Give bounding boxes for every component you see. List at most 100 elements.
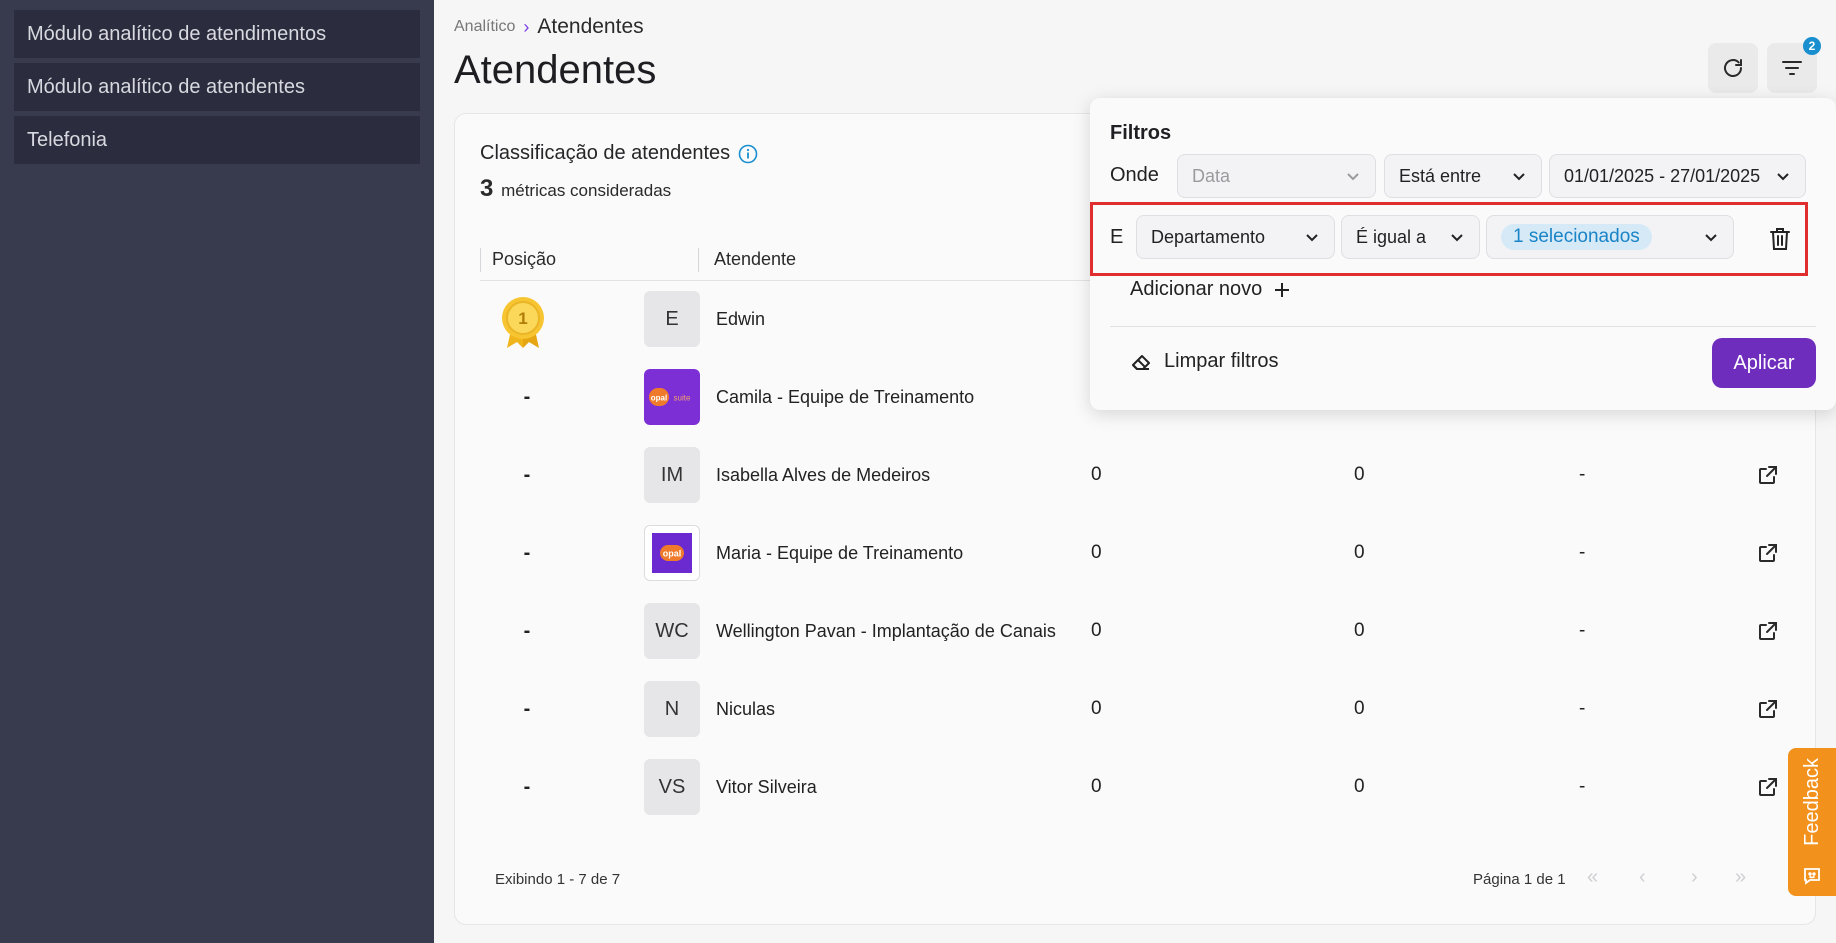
metrics-summary: 3 métricas consideradas [480, 175, 671, 203]
table-row: - WC Wellington Pavan - Implantação de C… [455, 592, 1817, 670]
metrics-count: 3 [480, 175, 494, 202]
breadcrumb-current: Atendentes [537, 15, 644, 38]
filter-field-select-1[interactable]: Data [1177, 154, 1376, 198]
feedback-label: Feedback [1800, 758, 1823, 846]
column-header-agent[interactable]: Atendente [714, 237, 796, 281]
feedback-icon [1804, 868, 1820, 885]
feedback-tab[interactable]: Feedback [1788, 748, 1836, 896]
svg-text:opal: opal [663, 549, 682, 559]
sidebar-item-atendentes[interactable]: Módulo analítico de atendentes [14, 63, 420, 111]
filter-field-select-2[interactable]: Departamento [1136, 215, 1335, 259]
metrics-label: métricas consideradas [501, 181, 672, 200]
add-filter-label: Adicionar novo [1130, 278, 1263, 300]
avatar: E [644, 291, 700, 347]
avatar: IM [644, 447, 700, 503]
add-filter-button[interactable]: Adicionar novo [1130, 278, 1292, 301]
external-link-icon[interactable] [1756, 541, 1780, 565]
opal-suite-logo: opal suite [649, 388, 691, 406]
table-row: - VS Vitor Silveira 0 0 - [455, 748, 1817, 826]
position-value: - [523, 386, 531, 408]
breadcrumb-root[interactable]: Analítico [454, 18, 515, 36]
sidebar-item-telefonia[interactable]: Telefonia [14, 116, 420, 164]
chevron-right-icon: › [523, 17, 530, 37]
filter-connector-where: Onde [1110, 164, 1159, 186]
column-separator [698, 248, 699, 272]
sidebar-item-atendimentos[interactable]: Módulo analítico de atendimentos [14, 10, 420, 58]
column-header-position[interactable]: Posição [492, 237, 556, 281]
metric-value-3: - [1579, 464, 1586, 485]
clear-filters-button[interactable]: Limpar filtros [1130, 350, 1278, 373]
filter-operator-value: Está entre [1399, 165, 1482, 186]
chevron-down-icon [1777, 173, 1789, 181]
filter-field-value: Data [1192, 165, 1231, 186]
chevron-down-icon [1306, 234, 1318, 242]
chevron-down-icon [1513, 173, 1525, 181]
svg-text:opal: opal [651, 394, 667, 403]
chevron-down-icon [1347, 173, 1359, 181]
info-icon[interactable] [738, 144, 758, 164]
refresh-button[interactable] [1708, 43, 1758, 93]
apply-button[interactable]: Aplicar [1712, 338, 1816, 388]
metric-value-1: 0 [1091, 776, 1102, 797]
chevron-down-icon [1705, 234, 1717, 242]
page-title: Atendentes [454, 48, 657, 92]
external-link-icon[interactable] [1756, 463, 1780, 487]
position-value: - [523, 464, 531, 486]
clear-filters-label: Limpar filtros [1164, 350, 1279, 372]
next-page-button[interactable]: › [1691, 866, 1698, 889]
chevron-down-icon [1451, 234, 1463, 242]
metric-value-3: - [1579, 620, 1586, 641]
filter-operator-value: É igual a [1356, 226, 1427, 247]
opal-logo: opal [652, 533, 692, 573]
metric-value-1: 0 [1091, 698, 1102, 719]
metric-value-2: 0 [1354, 776, 1365, 797]
metric-value-3: - [1579, 776, 1586, 797]
external-link-icon[interactable] [1756, 619, 1780, 643]
avatar-opal-suite-logo: opal suite [644, 369, 700, 425]
agent-name: Isabella Alves de Medeiros [716, 465, 931, 485]
filter-date-range-select[interactable]: 01/01/2025 - 27/01/2025 [1549, 154, 1806, 198]
filter-button[interactable]: 2 [1767, 37, 1821, 93]
filter-operator-select-2[interactable]: É igual a [1341, 215, 1480, 259]
external-link-icon[interactable] [1756, 697, 1780, 721]
agent-name: Vitor Silveira [716, 777, 817, 797]
table-row: - N Niculas 0 0 - [455, 670, 1817, 748]
filters-title: Filtros [1110, 122, 1172, 144]
agent-name: Edwin [716, 309, 766, 329]
position-value: - [523, 542, 531, 564]
card-title: Classificação de atendentes [480, 142, 758, 165]
avatar: VS [644, 759, 700, 815]
metric-value-1: 0 [1091, 620, 1102, 641]
filter-count-badge: 2 [1803, 37, 1821, 55]
filter-icon [1782, 61, 1802, 75]
last-page-button[interactable]: » [1735, 866, 1746, 889]
agent-name: Niculas [716, 699, 776, 719]
filters-popover: Filtros Onde Data Está entre 01/01/2025 … [1090, 98, 1836, 410]
metric-value-3: - [1579, 542, 1586, 563]
svg-text:suite: suite [674, 394, 691, 403]
card-title-text: Classificação de atendentes [480, 142, 731, 164]
agent-name: Maria - Equipe de Treinamento [716, 543, 964, 563]
metric-value-2: 0 [1354, 620, 1365, 641]
external-link-icon[interactable] [1756, 775, 1780, 799]
metric-value-2: 0 [1354, 698, 1365, 719]
filter-value-multiselect[interactable]: 1 selecionados [1486, 215, 1734, 259]
divider [1110, 326, 1816, 327]
column-separator [480, 248, 481, 272]
medal-position: 1 [518, 309, 527, 328]
selected-count-chip: 1 selecionados [1501, 224, 1652, 250]
position-value: - [523, 620, 531, 642]
filter-field-value: Departamento [1151, 226, 1266, 247]
plus-icon [1275, 282, 1290, 297]
prev-page-button[interactable]: ‹ [1639, 866, 1646, 889]
metric-value-1: 0 [1091, 542, 1102, 563]
trash-icon[interactable] [1768, 226, 1792, 252]
table-row: - IM Isabella Alves de Medeiros 0 0 - [455, 436, 1817, 514]
metric-value-1: 0 [1091, 464, 1102, 485]
table-row: - opal Maria - Equipe de Treinamento 0 0… [455, 514, 1817, 592]
filter-operator-select-1[interactable]: Está entre [1384, 154, 1542, 198]
first-page-button[interactable]: « [1587, 866, 1598, 889]
metric-value-3: - [1579, 698, 1586, 719]
breadcrumb: Analítico › Atendentes [454, 15, 644, 39]
filter-connector-and: E [1110, 226, 1124, 248]
